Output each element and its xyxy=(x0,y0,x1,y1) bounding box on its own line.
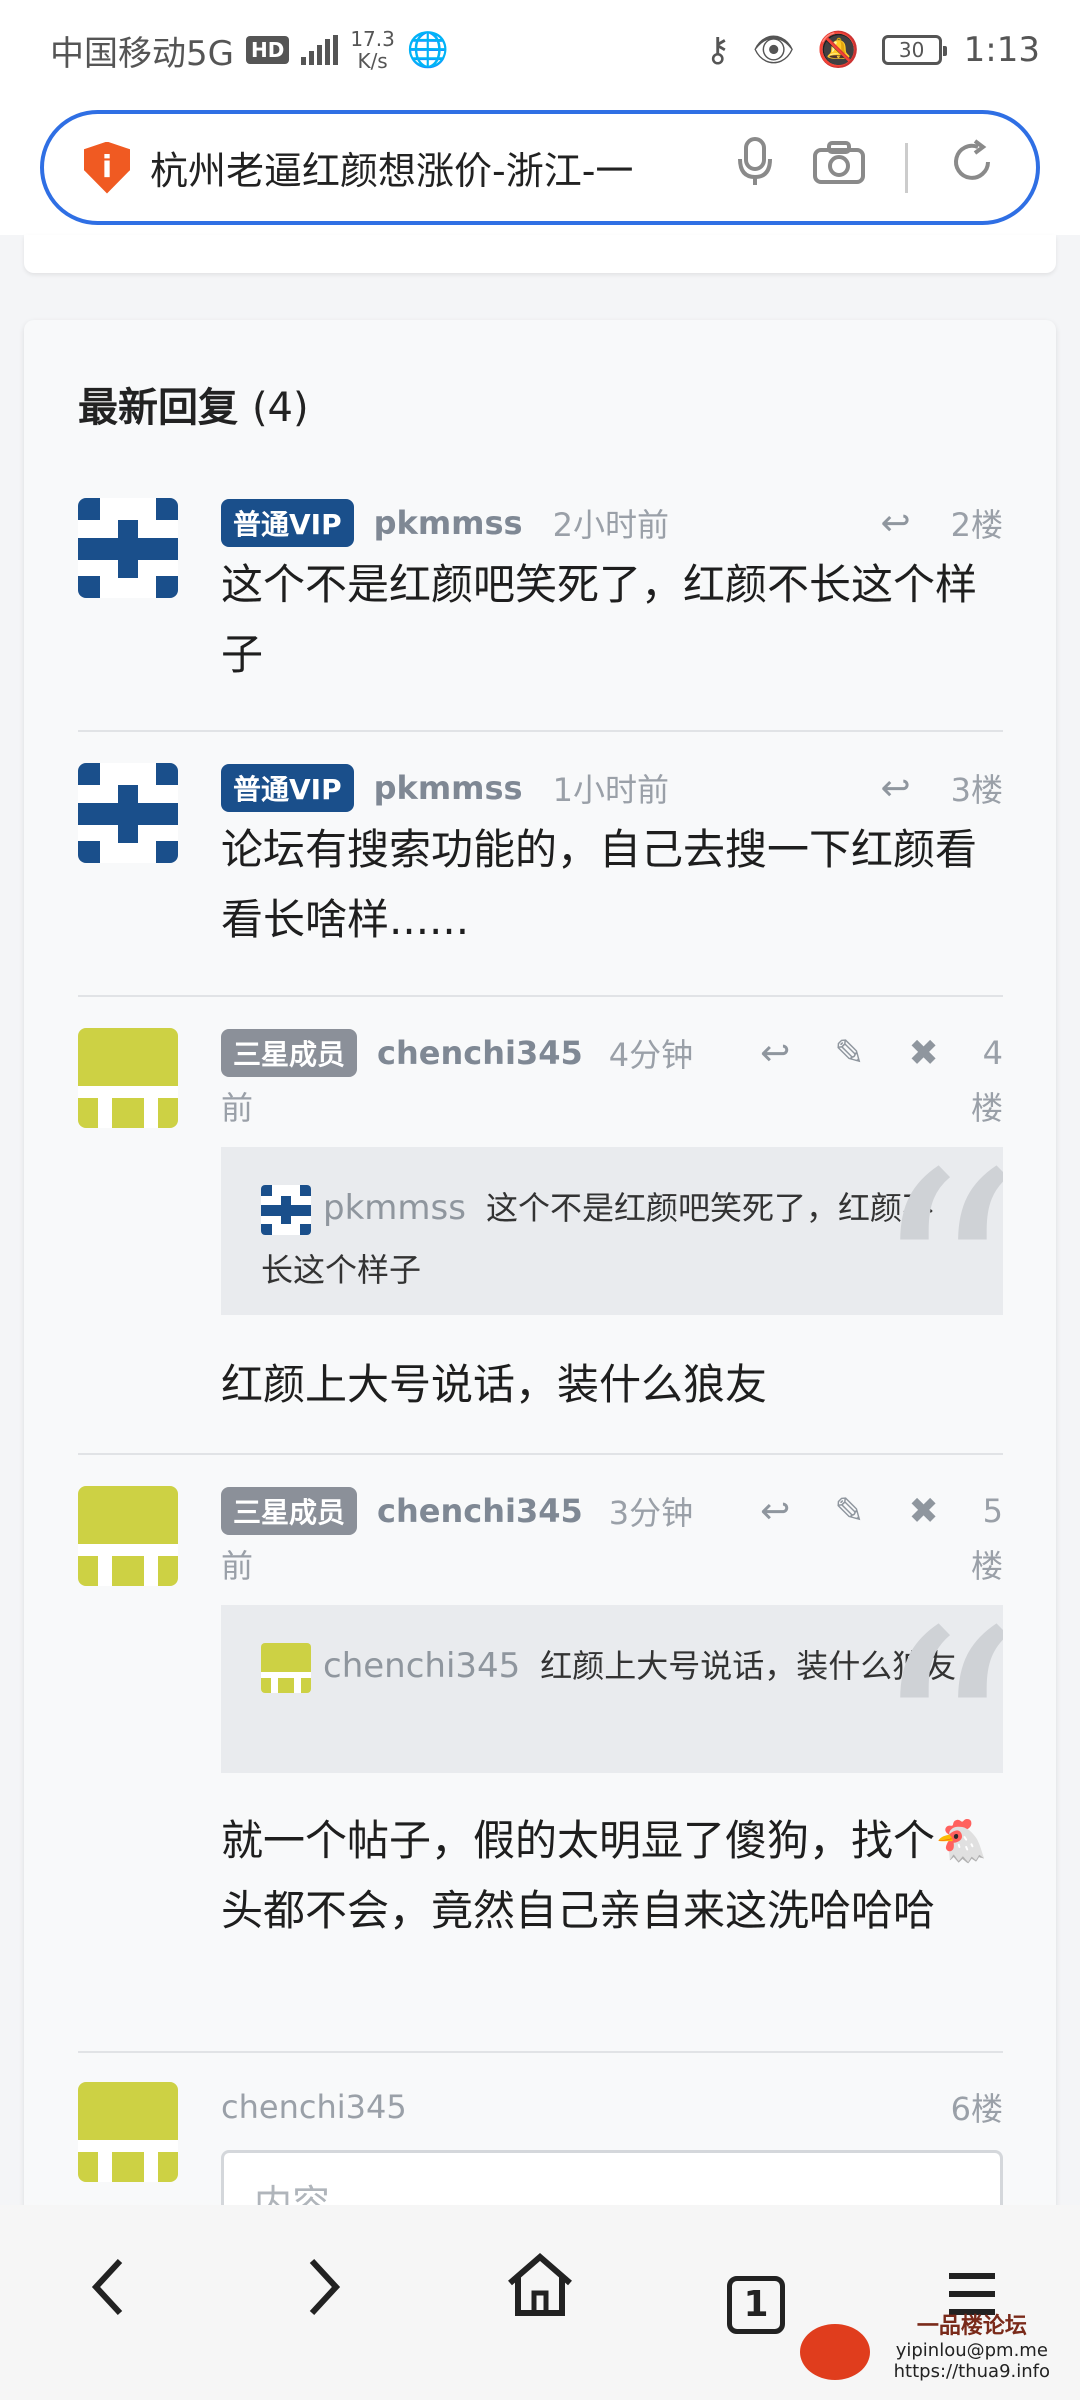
hd-badge: HD xyxy=(245,36,290,64)
member-badge: 三星成员 xyxy=(221,1029,358,1077)
username[interactable]: pkmmss xyxy=(374,504,523,542)
post-content: 红颜上大号说话，装什么狼友 xyxy=(221,1360,768,1409)
post-time: 3分钟 xyxy=(608,1494,694,1532)
watermark-logo xyxy=(800,2324,870,2380)
avatar[interactable] xyxy=(78,763,178,863)
username[interactable]: pkmmss xyxy=(374,769,523,807)
back-icon[interactable] xyxy=(48,2252,168,2334)
post-time: 2小时前 xyxy=(552,506,669,544)
delete-icon[interactable]: ✖ xyxy=(908,1033,938,1074)
quoted-reply: “ chenchi345红颜上大号说话，装什么狼友 xyxy=(221,1605,1003,1773)
forward-icon[interactable] xyxy=(264,2252,384,2334)
carrier-label: 中国移动5G xyxy=(50,33,234,74)
browser-bottom-nav: 1 一品楼论坛 yipinlou@pm.me https://thua9.inf… xyxy=(0,2205,1080,2400)
username[interactable]: chenchi345 xyxy=(377,1492,583,1530)
quote-username[interactable]: pkmmss xyxy=(323,1188,466,1228)
post-content: 论坛有搜索功能的，自己去搜一下红颜看看长啥样...... xyxy=(221,825,978,944)
quote-username[interactable]: chenchi345 xyxy=(323,1646,520,1686)
status-bar: 中国移动5G HD 17.3 K/s 🌐 ⚷ 👁 🔕 30 1:13 xyxy=(0,0,1080,100)
address-bar[interactable]: i 杭州老逼红颜想涨价-浙江-一 xyxy=(40,110,1040,225)
tabs-button[interactable]: 1 xyxy=(696,2251,816,2334)
post-divider xyxy=(78,1453,1003,1455)
avatar[interactable] xyxy=(78,1028,178,1128)
reply-icon[interactable]: ↩ xyxy=(760,1491,790,1532)
post-meta: 三星成员 chenchi345 3分钟 ↩ ✎ ✖ 5 xyxy=(221,1486,1003,1536)
member-badge: 普通VIP xyxy=(221,764,354,812)
tabs-count: 1 xyxy=(727,2276,785,2334)
clock: 1:13 xyxy=(963,30,1040,70)
quote-mark-icon: “ xyxy=(870,1147,1003,1315)
microphone-icon[interactable] xyxy=(737,137,773,198)
previous-card-bottom xyxy=(24,235,1056,273)
post-meta: 普通VIP pkmmss 1小时前 ↩ 3楼 xyxy=(221,763,1003,813)
floor-number-cont: 楼 xyxy=(970,1089,1003,1127)
post-time: 4分钟 xyxy=(608,1036,694,1074)
edit-icon[interactable]: ✎ xyxy=(834,1491,864,1532)
browser-toolbar: i 杭州老逼红颜想涨价-浙江-一 xyxy=(0,100,1080,235)
net-speed: 17.3 K/s xyxy=(350,27,395,73)
quote-avatar xyxy=(261,1643,311,1693)
floor-number: 5 xyxy=(982,1492,1003,1530)
composer-floor: 6楼 xyxy=(950,2090,1003,2128)
floor-number: 4 xyxy=(982,1034,1003,1072)
replies-heading: 最新回复 (4) xyxy=(78,385,309,431)
post-divider xyxy=(78,995,1003,997)
username[interactable]: chenchi345 xyxy=(377,1034,583,1072)
post-time: 1小时前 xyxy=(552,771,669,809)
reply-icon[interactable]: ↩ xyxy=(760,1033,790,1074)
quote-avatar xyxy=(261,1185,311,1235)
floor-number: 3楼 xyxy=(950,771,1003,809)
composer-meta: chenchi345 6楼 xyxy=(221,2082,1003,2132)
signal-icon xyxy=(301,35,339,65)
post-time-cont: 前 xyxy=(221,1089,254,1127)
avatar xyxy=(78,2082,178,2182)
quoted-reply: “ pkmmss这个不是红颜吧笑死了，红颜不长这个样子 xyxy=(221,1147,1003,1315)
floor-number: 2楼 xyxy=(950,506,1003,544)
avatar[interactable] xyxy=(78,498,178,598)
reply-icon[interactable]: ↩ xyxy=(880,503,910,544)
floor-number-cont: 楼 xyxy=(970,1547,1003,1585)
member-badge: 三星成员 xyxy=(221,1487,358,1535)
mute-bell-icon: 🔕 xyxy=(817,30,860,70)
post-content: 这个不是红颜吧笑死了，红颜不长这个样子 xyxy=(221,560,978,679)
post-time-cont: 前 xyxy=(221,1547,254,1585)
post-content: 就一个帖子，假的太明显了傻狗，找个🐔头都不会，竟然自己亲自来这洗哈哈哈 xyxy=(221,1816,988,1935)
reply-icon[interactable]: ↩ xyxy=(880,768,910,809)
post-divider xyxy=(78,2051,1003,2053)
page-title-text[interactable]: 杭州老逼红颜想涨价-浙江-一 xyxy=(150,140,690,195)
key-icon: ⚷ xyxy=(705,30,731,70)
vpn-globe-icon: 🌐 xyxy=(406,30,450,70)
watermark: 一品楼论坛 yipinlou@pm.me https://thua9.info xyxy=(893,2314,1050,2382)
composer-username: chenchi345 xyxy=(221,2088,407,2126)
delete-icon[interactable]: ✖ xyxy=(908,1491,938,1532)
eye-icon: 👁 xyxy=(752,30,796,70)
battery-icon: 30 xyxy=(881,35,947,65)
post-meta: 普通VIP pkmmss 2小时前 ↩ 2楼 xyxy=(221,498,1003,548)
member-badge: 普通VIP xyxy=(221,499,354,547)
toolbar-divider xyxy=(905,142,908,193)
quote-mark-icon: “ xyxy=(870,1605,1003,1773)
home-icon[interactable] xyxy=(480,2252,600,2334)
post-divider xyxy=(78,730,1003,732)
post-meta: 三星成员 chenchi345 4分钟 ↩ ✎ ✖ 4 xyxy=(221,1028,1003,1078)
refresh-icon[interactable] xyxy=(948,138,996,197)
avatar[interactable] xyxy=(78,1486,178,1586)
edit-icon[interactable]: ✎ xyxy=(834,1033,864,1074)
replies-card: 最新回复 (4) 普通VIP pkmmss 2小时前 ↩ 2楼 这个不是红颜吧笑… xyxy=(24,320,1056,2320)
security-shield-icon[interactable]: i xyxy=(84,141,130,194)
camera-icon[interactable] xyxy=(813,140,865,195)
